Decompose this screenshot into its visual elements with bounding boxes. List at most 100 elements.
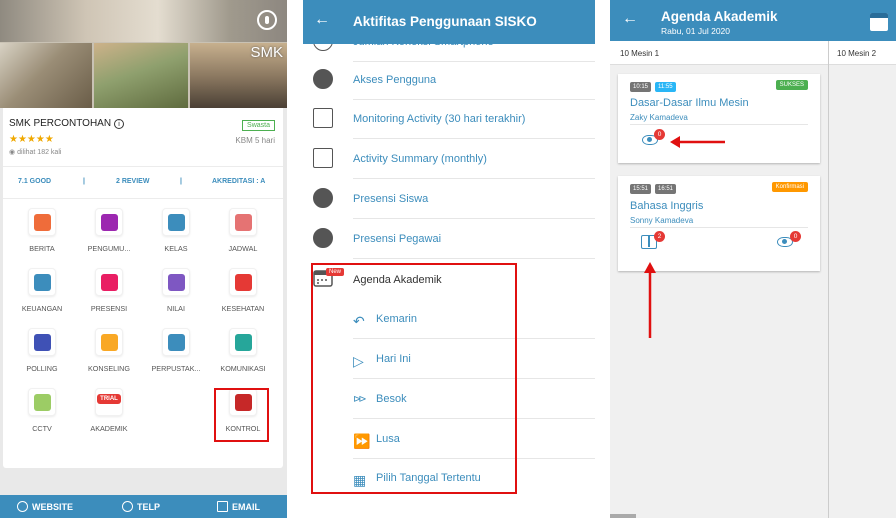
menu-kelas[interactable]: KELAS <box>142 208 210 264</box>
event-subject: Bahasa Inggris <box>630 200 704 212</box>
calendar-icon[interactable] <box>870 13 888 31</box>
trial-badge: TRIAL <box>97 394 121 404</box>
bottom-bar: WEBSITE TELP EMAIL <box>0 495 287 518</box>
agenda-panel: ← Agenda Akademik Rabu, 01 Jul 2020 10 M… <box>610 0 896 518</box>
event-card[interactable]: 10:15 11:55 SUKSES Dasar-Dasar Ilmu Mesi… <box>618 74 820 163</box>
menu-komunikasi[interactable]: KOMUNIKASI <box>209 328 277 384</box>
megaphone-icon <box>95 208 123 236</box>
globe-icon <box>17 501 28 512</box>
status-badge: Konfirmasi <box>771 182 808 192</box>
menu-item-akses[interactable]: Akses Pengguna <box>303 60 595 100</box>
menu-label: Activity Summary (monthly) <box>353 153 487 165</box>
menu-item-presensi[interactable]: Presensi Siswa <box>303 179 595 219</box>
menu-jadwal[interactable]: JADWAL <box>209 208 277 264</box>
start-time: 10:15 <box>630 82 652 92</box>
menu-berita[interactable]: BERITA <box>8 208 76 264</box>
rating-stars: ★★★★★ <box>9 134 54 145</box>
stat-good[interactable]: 7.1 GOOD <box>18 178 51 185</box>
trial-icon: TRIAL <box>95 388 123 416</box>
view-count: ◉ dilihat 182 kali <box>9 149 62 156</box>
info-icon[interactable] <box>257 10 277 30</box>
menu-pengumu[interactable]: PENGUMU... <box>75 208 143 264</box>
back-arrow-icon[interactable]: ← <box>622 10 638 28</box>
red-arrow-up <box>644 262 656 338</box>
menu-label: Presensi Pegawai <box>353 233 442 245</box>
school-name: SMK PERCONTOHAN i <box>9 118 125 129</box>
menu-label: KESEHATAN <box>221 304 265 313</box>
menu-perpustak[interactable]: PERPUSTAK... <box>142 328 210 384</box>
star-icon <box>313 69 333 89</box>
stat-review[interactable]: 2 REVIEW <box>116 178 149 185</box>
banner-photo-top <box>0 0 287 42</box>
school-photo-banner: SMK <box>0 0 287 108</box>
stat-accreditation[interactable]: AKREDITASI : A <box>212 178 265 185</box>
highlight-box-kontrol <box>214 388 269 442</box>
menu-polling[interactable]: POLLING <box>8 328 76 384</box>
divider <box>3 166 283 167</box>
classroom-icon <box>162 208 190 236</box>
highlight-box-agenda <box>311 263 517 494</box>
menu-cctv[interactable]: CCTV <box>8 388 76 444</box>
calendar-icon <box>229 208 257 236</box>
menu-label: NILAI <box>167 304 185 313</box>
menu-keuangan[interactable]: KEUANGAN <box>8 268 76 324</box>
ballot-icon <box>28 328 56 356</box>
event-subject: Dasar-Dasar Ilmu Mesin <box>630 97 749 109</box>
mail-icon <box>217 501 228 512</box>
activity-header: ← Aktifitas Penggunaan SISKO <box>303 0 595 44</box>
menu-kesehatan[interactable]: KESEHATAN <box>209 268 277 324</box>
menu-label: Monitoring Activity (30 hari terakhir) <box>353 113 526 125</box>
news-icon <box>28 208 56 236</box>
telp-button[interactable]: TELP <box>122 501 160 512</box>
event-teacher: Sonny Kamadeva <box>630 216 694 225</box>
page-title: Aktifitas Penggunaan SISKO <box>353 14 537 29</box>
menu-item-monitoring[interactable]: Monitoring Activity (30 hari terakhir) <box>303 99 595 139</box>
menu-nilai[interactable]: NILAI <box>142 268 210 324</box>
report-icon <box>313 148 333 168</box>
divider <box>630 227 808 228</box>
menu-label: Presensi Siswa <box>353 193 429 205</box>
menu-presensi[interactable]: PRESENSI <box>75 268 143 324</box>
chat-icon <box>229 328 257 356</box>
menu-label: KEUANGAN <box>21 304 63 313</box>
banner-photo-1 <box>0 43 92 108</box>
menu-label: PRESENSI <box>90 304 128 313</box>
status-badge: SUKSES <box>775 80 808 90</box>
info-circle-icon[interactable]: i <box>114 119 125 129</box>
divider <box>353 258 595 259</box>
phone-icon <box>122 501 133 512</box>
column-divider <box>828 41 829 518</box>
email-button[interactable]: EMAIL <box>217 501 260 512</box>
menu-label: KELAS <box>164 244 188 253</box>
red-arrow-left <box>670 136 725 148</box>
banner-school-label: SMK <box>250 44 283 61</box>
event-teacher: Zaky Kamadeva <box>630 113 688 122</box>
back-arrow-icon[interactable]: ← <box>314 11 330 29</box>
view-count-badge: 0 <box>654 129 665 140</box>
menu-konseling[interactable]: KONSELING <box>75 328 143 384</box>
clipboard-icon <box>95 268 123 296</box>
book-count-badge: 2 <box>654 231 665 242</box>
menu-label: KONSELING <box>88 364 130 373</box>
menu-label: KOMUNIKASI <box>220 364 266 373</box>
book-icon <box>162 328 190 356</box>
scrollbar[interactable] <box>610 514 636 518</box>
menu-item-activity[interactable]: Activity Summary (monthly) <box>303 139 595 179</box>
menu-akademik[interactable]: TRIAL AKADEMIK <box>75 388 143 444</box>
event-card[interactable]: 15:51 16:51 Konfirmasi Bahasa Inggris So… <box>618 176 820 271</box>
cctv-icon <box>28 388 56 416</box>
grade-icon <box>162 268 190 296</box>
column-header: 10 Mesin 1 10 Mesin 2 <box>610 41 896 65</box>
menu-label: POLLING <box>26 364 58 373</box>
website-button[interactable]: WEBSITE <box>17 501 73 512</box>
medkit-icon <box>229 268 257 296</box>
menu-label: Akses Pengguna <box>353 74 437 86</box>
end-time: 11:55 <box>655 82 676 92</box>
column-2-label: 10 Mesin 2 <box>837 49 877 58</box>
menu-label: CCTV <box>32 424 52 433</box>
start-time: 15:51 <box>630 184 652 194</box>
list-icon <box>313 108 333 128</box>
end-time: 16:51 <box>655 184 677 194</box>
menu-item-presensi[interactable]: Presensi Pegawai <box>303 219 595 259</box>
money-icon <box>28 268 56 296</box>
